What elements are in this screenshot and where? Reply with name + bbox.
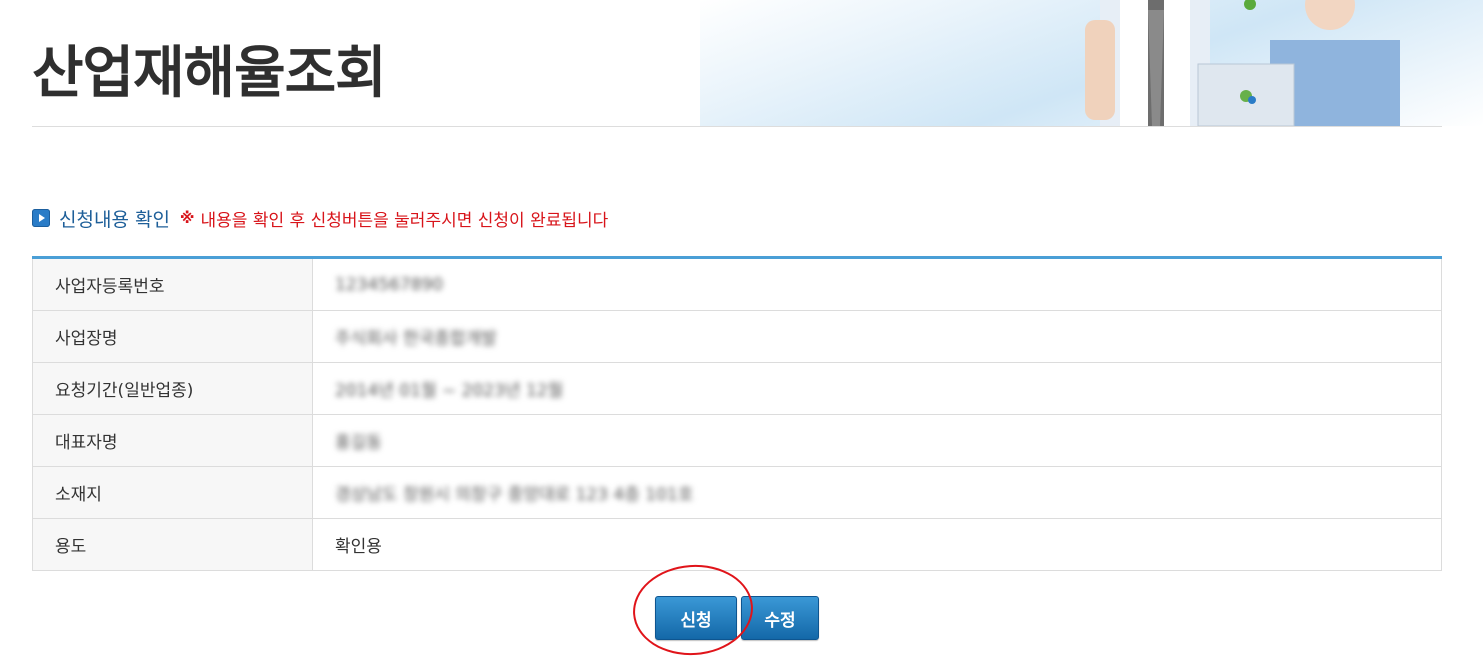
table-row: 사업장명 주식회사 한국종합개발: [32, 310, 1442, 363]
title-divider: [32, 126, 1442, 127]
section-heading: 신청내용 확인 ※ 내용을 확인 후 신청버튼을 눌러주시면 신청이 완료됩니다: [32, 205, 608, 231]
section-title: 신청내용 확인: [59, 208, 170, 231]
address-value: 경상남도 창원시 의창구 중앙대로 123 4층 101호: [335, 485, 694, 505]
banner-people-illustration: [1085, 0, 1400, 126]
row-value: 홍길동: [312, 414, 1442, 467]
note-mark: ※: [179, 209, 195, 227]
row-label: 소재지: [32, 466, 313, 519]
representative-value: 홍길동: [335, 433, 382, 453]
request-period-value: 2014년 01월 ~ 2023년 12월: [335, 381, 564, 401]
row-value: 주식회사 한국종합개발: [312, 310, 1442, 363]
row-value: 2014년 01월 ~ 2023년 12월: [312, 362, 1442, 415]
row-label: 사업장명: [32, 310, 313, 363]
row-label: 사업자등록번호: [32, 257, 313, 311]
row-label: 용도: [32, 518, 313, 571]
edit-button[interactable]: 수정: [741, 596, 819, 640]
table-row: 사업자등록번호 1234567890: [32, 257, 1442, 311]
table-row: 요청기간(일반업종) 2014년 01월 ~ 2023년 12월: [32, 362, 1442, 415]
table-row: 대표자명 홍길동: [32, 414, 1442, 467]
section-note: 내용을 확인 후 신청버튼을 눌러주시면 신청이 완료됩니다: [200, 210, 609, 231]
table-row: 소재지 경상남도 창원시 의창구 중앙대로 123 4층 101호: [32, 466, 1442, 519]
table-row: 용도 확인용: [32, 518, 1442, 571]
row-value: 경상남도 창원시 의창구 중앙대로 123 4층 101호: [312, 466, 1442, 519]
application-info-table: 사업자등록번호 1234567890 사업장명 주식회사 한국종합개발 요청기간…: [32, 256, 1442, 571]
page-title: 산업재해율조회: [32, 41, 387, 106]
play-bullet-icon: [32, 209, 50, 227]
business-number-value: 1234567890: [335, 274, 444, 295]
row-value: 확인용: [312, 518, 1442, 571]
business-name-value: 주식회사 한국종합개발: [335, 329, 497, 349]
row-value: 1234567890: [312, 257, 1442, 311]
row-label: 대표자명: [32, 414, 313, 467]
apply-button[interactable]: 신청: [655, 596, 737, 640]
row-label: 요청기간(일반업종): [32, 362, 313, 415]
